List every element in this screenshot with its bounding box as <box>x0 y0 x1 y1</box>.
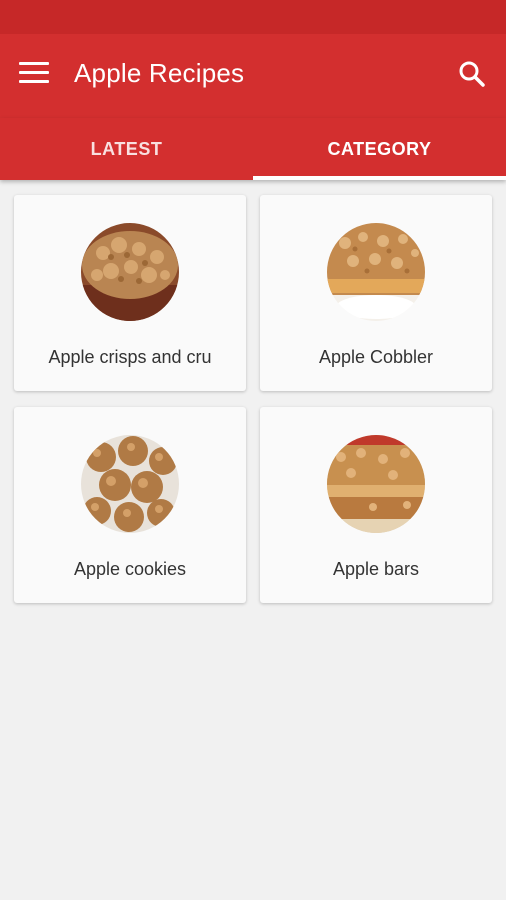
category-card-apple-cobbler[interactable]: Apple Cobbler <box>260 195 492 391</box>
hamburger-line <box>19 71 49 74</box>
tab-bar: LATEST CATEGORY <box>0 118 506 180</box>
category-label: Apple crisps and cru <box>48 347 212 367</box>
search-icon <box>459 61 485 87</box>
hamburger-menu-icon <box>19 62 49 65</box>
category-label: Apple bars <box>332 559 420 579</box>
category-label: Apple cookies <box>73 559 187 579</box>
tab-category-label: CATEGORY <box>327 138 432 159</box>
status-bar <box>0 0 506 34</box>
app-title: Apple Recipes <box>74 58 245 88</box>
category-card-apple-cookies[interactable]: Apple cookies <box>14 407 246 603</box>
apple-cookies-photo <box>81 435 179 533</box>
app-bar: Apple Recipes <box>0 34 506 118</box>
apple-cobbler-photo <box>327 223 425 321</box>
tab-latest-label: LATEST <box>90 138 163 159</box>
search-button[interactable] <box>456 58 488 90</box>
hamburger-line <box>19 80 49 83</box>
category-card-apple-crisps[interactable]: Apple crisps and cru <box>14 195 246 391</box>
category-label: Apple Cobbler <box>318 347 434 367</box>
menu-button[interactable] <box>19 62 49 84</box>
apple-crisp-photo <box>81 223 179 321</box>
apple-bars-photo <box>327 435 425 533</box>
tab-category[interactable]: CATEGORY <box>253 118 506 180</box>
tab-latest[interactable]: LATEST <box>0 118 253 180</box>
category-card-apple-bars[interactable]: Apple bars <box>260 407 492 603</box>
category-grid: Apple crisps and cru Apple Cobbler Apple… <box>0 180 506 618</box>
